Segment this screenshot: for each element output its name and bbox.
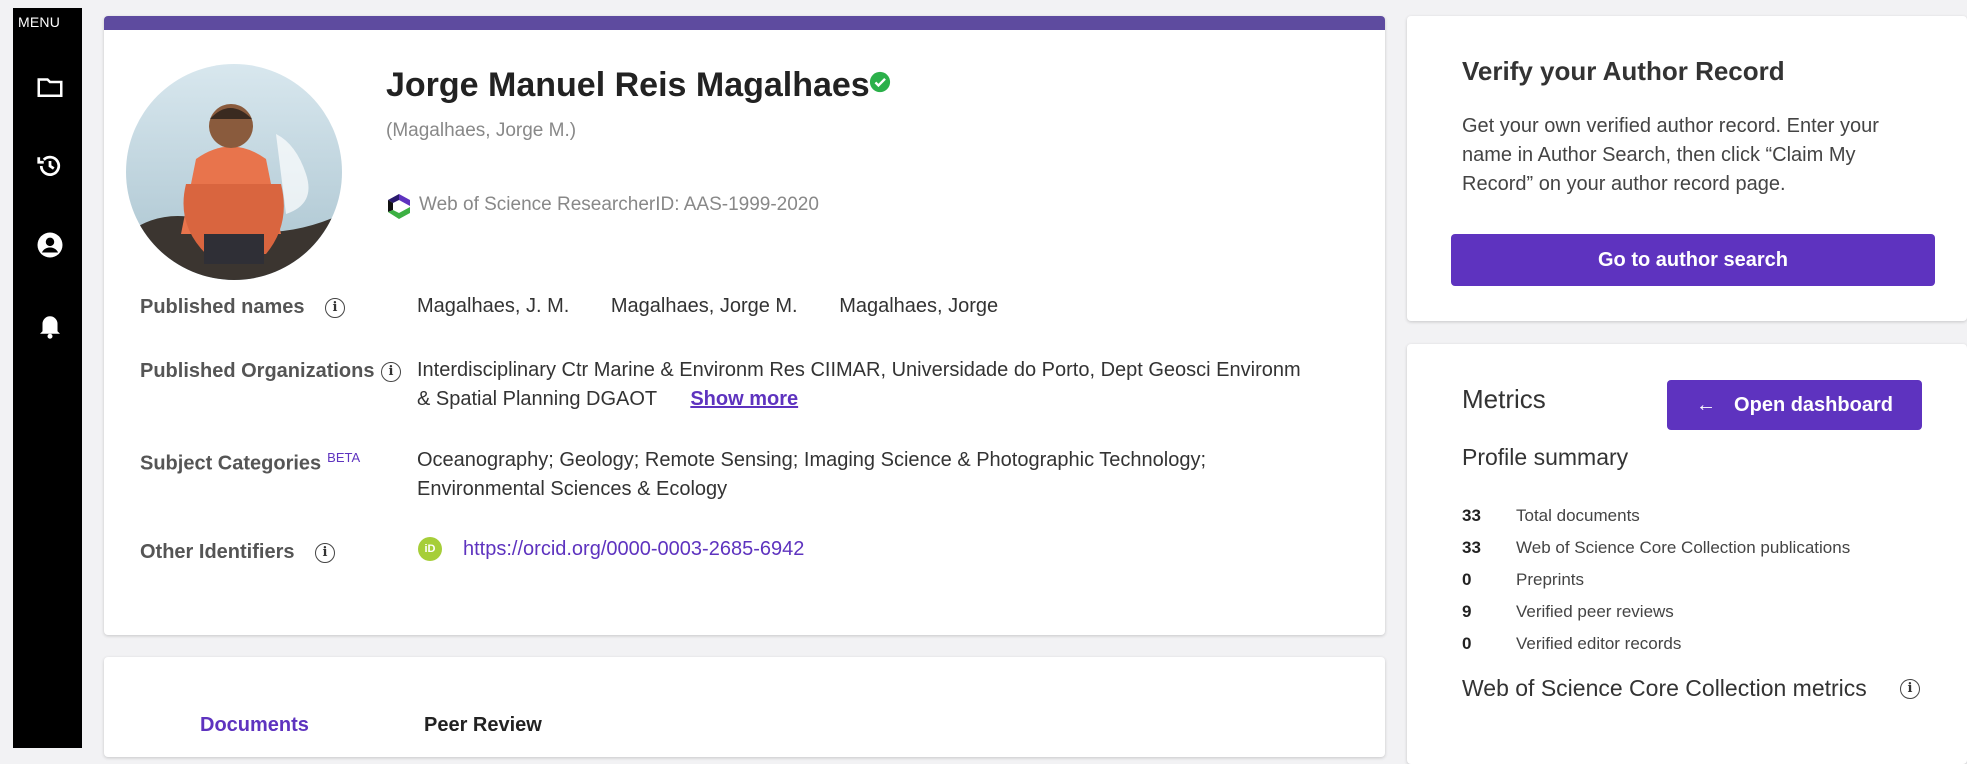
verified-icon	[869, 71, 891, 93]
orcid-icon: iD	[418, 537, 442, 561]
info-icon[interactable]: i	[315, 543, 335, 563]
published-orgs-label: Published Organizations	[140, 360, 375, 382]
metric-row: 0 Preprints	[1462, 570, 1584, 590]
show-more-link[interactable]: Show more	[690, 388, 798, 410]
researcherid-logo-icon	[388, 194, 410, 219]
published-name: Magalhaes, Jorge M.	[610, 295, 798, 317]
metric-value: 33	[1462, 538, 1481, 557]
metrics-title: Metrics	[1462, 384, 1546, 414]
left-nav: MENU	[13, 8, 82, 748]
metric-row: 9 Verified peer reviews	[1462, 602, 1674, 622]
metric-label: Preprints	[1516, 570, 1585, 589]
alternate-name: (Magalhaes, Jorge M.)	[386, 120, 577, 141]
beta-badge: BETA	[327, 450, 361, 465]
metric-value: 0	[1462, 634, 1472, 653]
metrics-card: Metrics ← Open dashboard Profile summary …	[1407, 344, 1967, 764]
bell-icon[interactable]	[35, 310, 65, 340]
open-dashboard-button[interactable]: ← Open dashboard	[1667, 380, 1922, 430]
verify-description: Get your own verified author record. Ent…	[1462, 115, 1879, 195]
metric-row: 0 Verified editor records	[1462, 634, 1681, 654]
metric-label: Verified editor records	[1516, 634, 1682, 653]
subjects-line-2: Environmental Sciences & Ecology	[417, 478, 728, 500]
profile-header-bar	[104, 16, 1385, 30]
published-name: Magalhaes, J. M.	[417, 295, 570, 317]
info-icon[interactable]: i	[325, 298, 345, 318]
metric-label: Verified peer reviews	[1516, 602, 1674, 621]
author-name: Jorge Manuel Reis Magalhaes	[386, 66, 870, 104]
other-identifiers-label: Other Identifiers	[140, 541, 295, 563]
menu-label[interactable]: MENU	[18, 14, 60, 30]
published-name: Magalhaes, Jorge	[839, 295, 999, 317]
profile-card: Jorge Manuel Reis Magalhaes (Magalhaes, …	[104, 16, 1385, 635]
verify-title: Verify your Author Record	[1462, 56, 1785, 86]
history-icon[interactable]	[35, 151, 65, 181]
published-names-label: Published names	[140, 296, 305, 318]
avatar	[126, 64, 342, 280]
metric-label: Web of Science Core Collection publicati…	[1516, 538, 1851, 557]
metric-value: 9	[1462, 602, 1472, 621]
folder-icon[interactable]	[35, 72, 65, 102]
info-icon[interactable]: i	[1900, 679, 1920, 699]
orgs-line-1: Interdisciplinary Ctr Marine & Environm …	[417, 359, 1301, 381]
profile-summary-heading: Profile summary	[1462, 444, 1629, 470]
tab-peer-review[interactable]: Peer Review	[424, 714, 542, 737]
go-to-author-search-button[interactable]: Go to author search	[1451, 234, 1935, 286]
orgs-line-2-text: & Spatial Planning DGAOT	[417, 388, 657, 410]
orgs-line-2: & Spatial Planning DGAOT Show more	[417, 388, 798, 411]
core-collection-metrics-heading: Web of Science Core Collection metrics	[1462, 675, 1867, 701]
subject-categories-label: Subject Categories BETA	[140, 450, 360, 476]
metric-value: 0	[1462, 570, 1472, 589]
tab-documents[interactable]: Documents	[200, 714, 309, 737]
metric-label: Total documents	[1516, 506, 1640, 525]
subjects-line-1: Oceanography; Geology; Remote Sensing; I…	[417, 449, 1207, 471]
verify-author-card: Verify your Author Record Get your own v…	[1407, 16, 1967, 321]
orcid-link[interactable]: https://orcid.org/0000-0003-2685-6942	[463, 538, 804, 561]
subject-categories-text: Subject Categories	[140, 452, 322, 475]
account-icon[interactable]	[35, 230, 65, 260]
tabs-card: Documents Peer Review	[104, 657, 1385, 757]
metric-row: 33 Total documents	[1462, 506, 1640, 526]
arrow-left-icon: ←	[1696, 394, 1717, 416]
metric-value: 33	[1462, 506, 1481, 525]
info-icon[interactable]: i	[381, 362, 401, 382]
researcher-id: Web of Science ResearcherID: AAS-1999-20…	[419, 194, 819, 215]
published-names-list: Magalhaes, J. M. Magalhaes, Jorge M. Mag…	[417, 295, 1034, 318]
metric-row: 33 Web of Science Core Collection publica…	[1462, 538, 1850, 558]
open-dashboard-label: Open dashboard	[1734, 394, 1893, 416]
